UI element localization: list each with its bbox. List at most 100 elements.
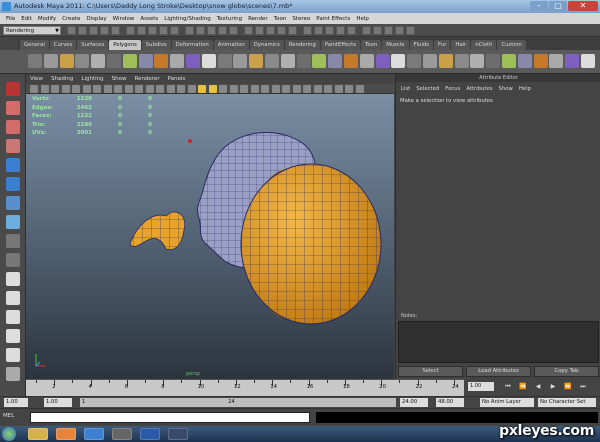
shelf-tool-icon[interactable] [75, 54, 90, 68]
anim-layer-dropdown[interactable]: No Anim Layer [480, 398, 534, 407]
photoshop-taskbar-icon[interactable] [140, 428, 160, 440]
ae-menu-list[interactable]: List [398, 86, 413, 92]
explorer-taskbar-icon[interactable] [28, 428, 48, 440]
command-language-label[interactable]: MEL [3, 413, 14, 419]
panel-tool-icon[interactable] [282, 85, 290, 93]
panel-tool-icon[interactable] [30, 85, 38, 93]
perspective-viewport[interactable]: Verts: 1220 0 0 Edges: 2462 0 0 Faces: 1222 0 0 Tris… [26, 94, 394, 379]
panel-tool-icon[interactable] [324, 85, 332, 93]
shelf-tool-icon[interactable] [233, 54, 248, 68]
tab-ncloth[interactable]: nCloth [471, 40, 497, 50]
playback-button-icon[interactable]: ⏪ [519, 383, 527, 391]
toolbox-tool-icon[interactable] [6, 348, 20, 362]
menu-file[interactable]: File [3, 16, 18, 22]
playback-end-field[interactable]: 24.00 [400, 398, 428, 407]
panel-tool-icon[interactable] [103, 85, 112, 93]
panel-tool-icon[interactable] [250, 85, 259, 93]
tab-muscle[interactable]: Muscle [382, 40, 409, 50]
panel-tool-icon[interactable] [93, 85, 101, 93]
status-tool-icon[interactable] [89, 25, 98, 35]
playback-button-icon[interactable]: ⏭ [579, 383, 587, 391]
panel-tool-icon[interactable] [198, 85, 206, 93]
tab-polygons[interactable]: Polygons [109, 40, 141, 50]
maximize-button[interactable]: ▢ [549, 1, 567, 11]
shelf-tool-icon[interactable] [280, 54, 295, 68]
close-button[interactable]: ✕ [568, 1, 598, 11]
start-button-icon[interactable] [2, 427, 16, 441]
toolbox-tool-icon[interactable] [6, 139, 20, 153]
menu-texturing[interactable]: Texturing [214, 16, 245, 22]
shelf-tool-icon[interactable] [407, 54, 422, 68]
panel-tool-icon[interactable] [219, 85, 227, 93]
status-tool-icon[interactable] [384, 25, 393, 35]
status-tool-icon[interactable] [266, 25, 275, 35]
panel-menu-show[interactable]: Show [108, 76, 131, 82]
status-tool-icon[interactable] [395, 25, 404, 35]
toolbox-tool-icon[interactable] [6, 291, 20, 305]
panel-tool-icon[interactable] [51, 85, 59, 93]
shelf-tool-icon[interactable] [170, 54, 185, 68]
toolbox-tool-icon[interactable] [6, 177, 20, 191]
status-tool-icon[interactable] [100, 25, 109, 35]
panel-tool-icon[interactable] [61, 85, 70, 93]
status-tool-icon[interactable] [362, 25, 371, 35]
status-tool-icon[interactable] [218, 25, 227, 35]
panel-tool-icon[interactable] [135, 85, 143, 93]
ae-menu-show[interactable]: Show [496, 86, 516, 92]
tab-general[interactable]: General [20, 40, 49, 50]
shelf-tool-icon[interactable] [375, 54, 390, 68]
toolbox-tool-icon[interactable] [6, 329, 20, 343]
tab-toon[interactable]: Toon [361, 40, 382, 50]
status-tool-icon[interactable] [314, 25, 323, 35]
menu-toon[interactable]: Toon [271, 16, 290, 22]
panel-menu-shading[interactable]: Shading [47, 76, 77, 82]
status-tool-icon[interactable] [196, 25, 205, 35]
panel-tool-icon[interactable] [177, 85, 185, 93]
command-input[interactable] [30, 412, 310, 423]
status-tool-icon[interactable] [148, 25, 157, 35]
current-frame-field[interactable]: 1.00 [468, 382, 494, 391]
shelf-tool-icon[interactable] [91, 54, 106, 68]
shelf-tool-icon[interactable] [249, 54, 264, 68]
shelf-tool-icon[interactable] [533, 54, 548, 68]
panel-tool-icon[interactable] [166, 85, 175, 93]
playback-button-icon[interactable]: ▶ [549, 383, 557, 391]
toolbox-tool-icon[interactable] [6, 310, 20, 324]
panel-tool-icon[interactable] [114, 85, 122, 93]
ae-menu-selected[interactable]: Selected [413, 86, 442, 92]
shelf-tool-icon[interactable] [359, 54, 374, 68]
shelf-tool-icon[interactable] [201, 54, 216, 68]
tab-hair[interactable]: Hair [451, 40, 471, 50]
status-tool-icon[interactable] [303, 25, 312, 35]
panel-tool-icon[interactable] [313, 85, 322, 93]
shelf-tool-icon[interactable] [549, 54, 564, 68]
status-tool-icon[interactable] [78, 25, 87, 35]
load-attributes-button[interactable]: Load Attributes [466, 366, 531, 377]
tab-fur[interactable]: Fur [434, 40, 451, 50]
playback-start-field[interactable]: 1.00 [44, 398, 72, 407]
toolbox-tool-icon[interactable] [6, 120, 20, 134]
menu-help[interactable]: Help [353, 16, 372, 22]
shelf-tool-icon[interactable] [265, 54, 279, 68]
menu-modify[interactable]: Modify [35, 16, 59, 22]
shelf-tool-icon[interactable] [517, 54, 532, 68]
shelf-tool-icon[interactable] [486, 54, 501, 68]
shelf-tool-icon[interactable] [312, 54, 327, 68]
shelf-tool-icon[interactable] [186, 54, 200, 68]
tab-custom[interactable]: Custom [497, 40, 526, 50]
status-tool-icon[interactable] [347, 25, 356, 35]
range-slider[interactable]: 1 24 [80, 398, 396, 407]
status-tool-icon[interactable] [373, 25, 382, 35]
shelf-tool-icon[interactable] [423, 54, 437, 68]
panel-tool-icon[interactable] [208, 85, 217, 93]
shelf-tool-icon[interactable] [107, 54, 121, 68]
tab-animation[interactable]: Animation [213, 40, 249, 50]
maya-taskbar-icon[interactable] [112, 428, 132, 440]
menu-lighting-shading[interactable]: Lighting/Shading [161, 16, 213, 22]
media-taskbar-icon[interactable] [56, 428, 76, 440]
window-taskbar-icon[interactable] [168, 428, 188, 440]
panel-tool-icon[interactable] [124, 85, 133, 93]
status-tool-icon[interactable] [111, 25, 120, 35]
tab-dynamics[interactable]: Dynamics [249, 40, 284, 50]
panel-tool-icon[interactable] [156, 85, 164, 93]
